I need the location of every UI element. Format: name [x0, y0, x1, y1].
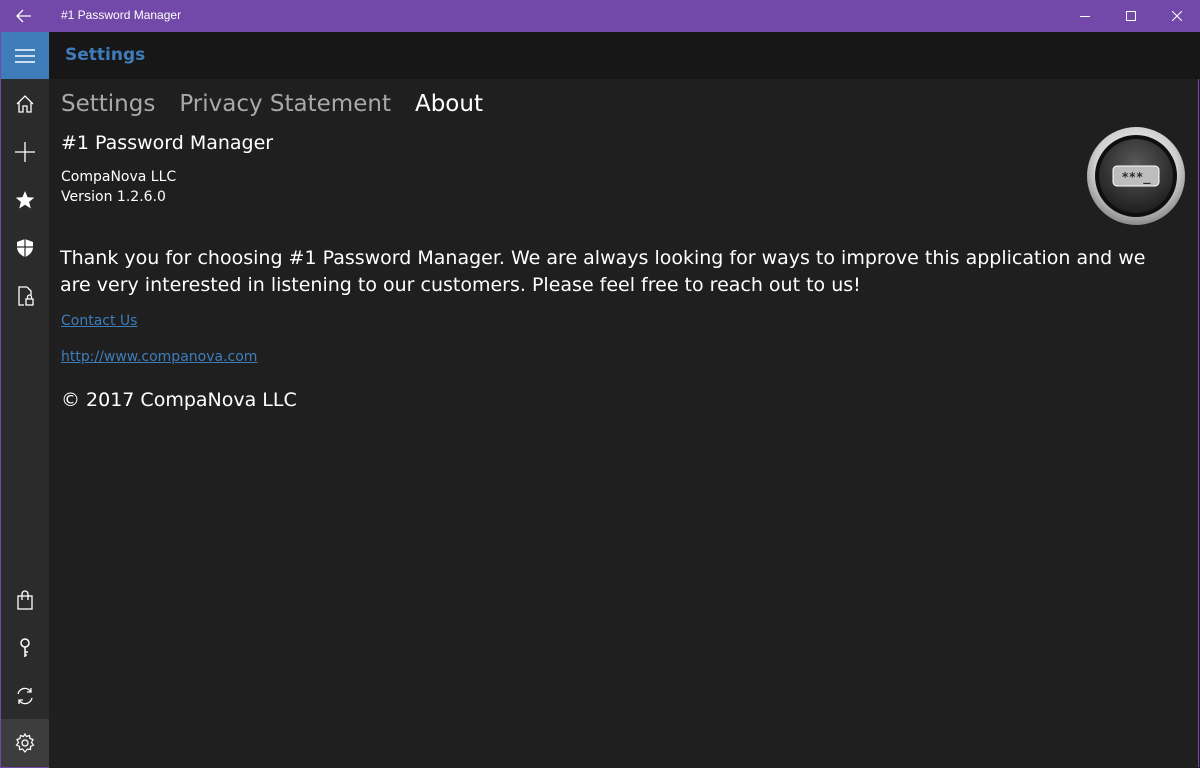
back-button[interactable] — [0, 0, 48, 32]
close-button[interactable] — [1154, 0, 1200, 32]
home-icon — [16, 95, 34, 113]
shopping-bag-icon — [17, 590, 33, 610]
nav-sync[interactable] — [1, 672, 49, 720]
lock-document-icon — [18, 286, 34, 306]
window-title: #1 Password Manager — [61, 8, 182, 22]
maximize-icon — [1126, 11, 1136, 21]
copyright-text: © 2017 CompaNova LLC — [61, 389, 297, 411]
maximize-button[interactable] — [1108, 0, 1154, 32]
nav-security[interactable] — [1, 224, 49, 272]
nav-secure-notes[interactable] — [1, 272, 49, 320]
minimize-button[interactable] — [1062, 0, 1108, 32]
thank-you-message: Thank you for choosing #1 Password Manag… — [60, 247, 1146, 296]
nav-home[interactable] — [1, 80, 49, 128]
back-arrow-icon — [16, 9, 31, 23]
tab-about[interactable]: About — [415, 91, 483, 121]
logo-text: ***_ — [1122, 170, 1152, 185]
about-page: Settings Privacy Statement About #1 Pass… — [49, 79, 1199, 767]
close-icon — [1172, 11, 1182, 21]
nav-settings[interactable] — [1, 719, 49, 767]
add-icon — [15, 142, 35, 162]
navigation-pane — [0, 32, 49, 768]
sync-icon — [17, 687, 33, 705]
nav-add[interactable] — [1, 128, 49, 176]
company-name: CompaNova LLC — [61, 169, 177, 185]
page-header: Settings — [49, 32, 1200, 79]
app-logo: ***_ — [1087, 127, 1185, 225]
minimize-icon — [1080, 16, 1090, 17]
star-icon — [15, 191, 35, 209]
shield-icon — [17, 239, 33, 257]
page-title: Settings — [65, 45, 146, 65]
gear-icon — [15, 733, 35, 753]
contact-us-link[interactable]: Contact Us — [61, 313, 137, 329]
tab-privacy-statement[interactable]: Privacy Statement — [179, 91, 391, 121]
title-bar: #1 Password Manager — [0, 0, 1200, 32]
nav-store[interactable] — [1, 576, 49, 624]
tab-settings[interactable]: Settings — [61, 91, 155, 121]
menu-icon — [15, 48, 35, 63]
nav-password-generator[interactable] — [1, 624, 49, 672]
pivot-tabs: Settings Privacy Statement About — [61, 91, 483, 121]
app-name: #1 Password Manager — [61, 132, 274, 154]
version-text: Version 1.2.6.0 — [61, 189, 166, 205]
key-icon — [20, 638, 30, 657]
hamburger-button[interactable] — [1, 32, 49, 79]
nav-favorites[interactable] — [1, 176, 49, 224]
website-link[interactable]: http://www.companova.com — [61, 349, 257, 365]
